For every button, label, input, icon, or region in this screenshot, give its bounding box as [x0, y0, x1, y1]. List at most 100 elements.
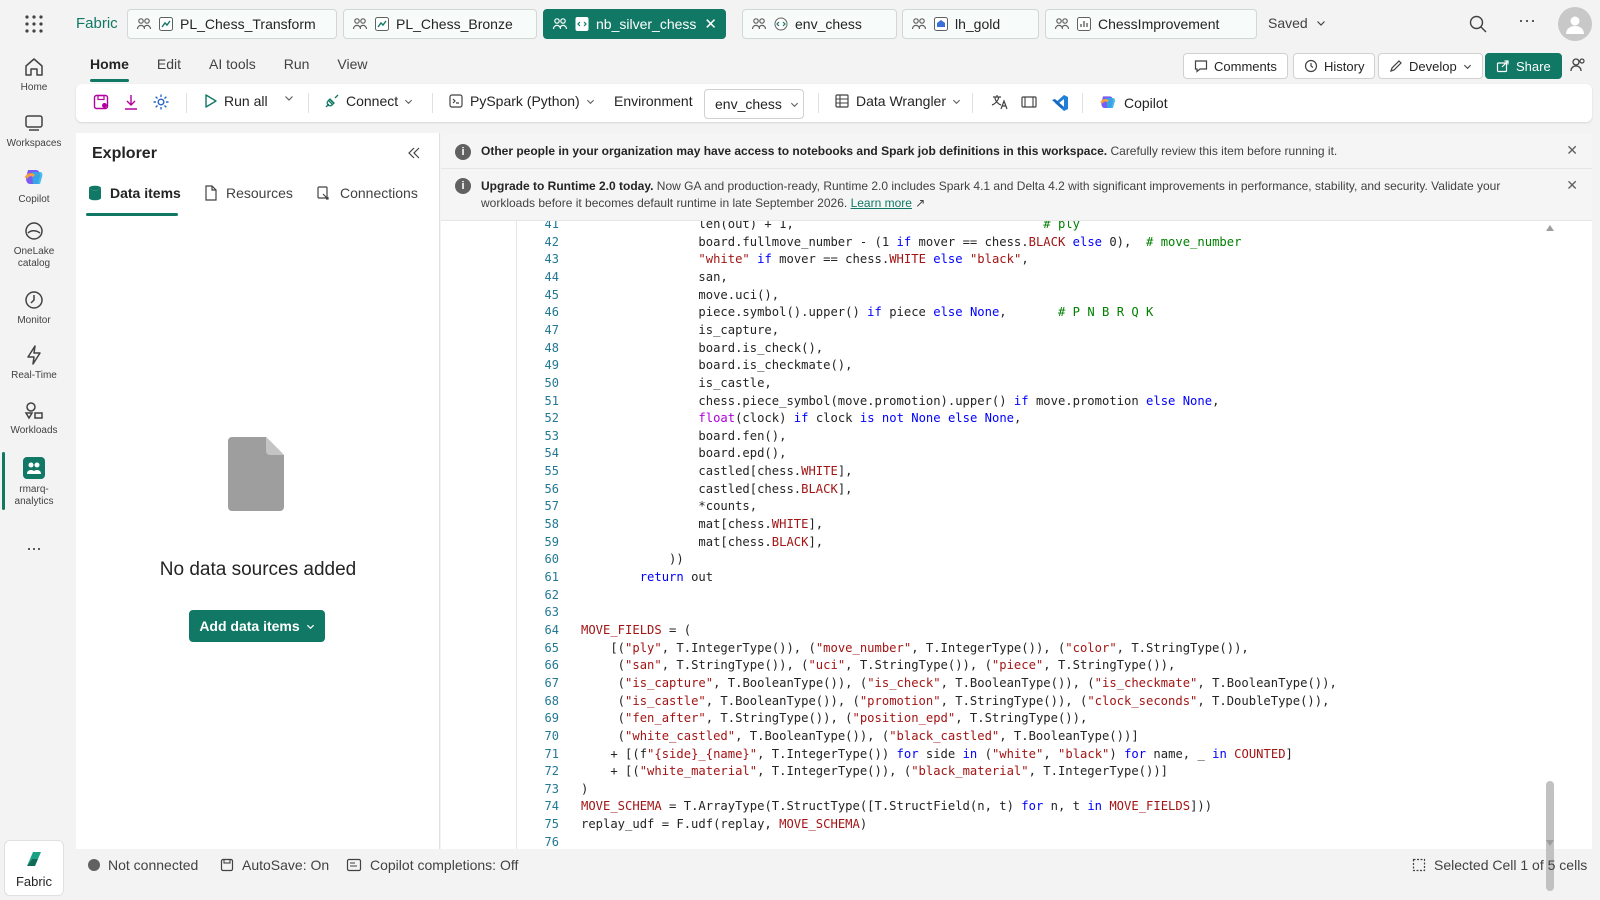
onelake-icon [23, 220, 45, 242]
tab-lh-gold[interactable]: lh_gold [902, 9, 1039, 39]
scroll-up-icon[interactable] [1546, 225, 1554, 231]
vscode-button[interactable] [1050, 93, 1070, 113]
more-options-icon[interactable]: ··· [1518, 10, 1536, 31]
workspaces-icon [23, 112, 45, 134]
copilot-icon [22, 166, 46, 190]
file-icon [204, 185, 218, 201]
fabric-home-button[interactable]: Fabric [4, 840, 64, 896]
code-line: [("ply", T.IntegerType()), ("move_number… [581, 640, 1249, 655]
rail-item-workloads[interactable]: Workloads [0, 399, 68, 437]
comments-button[interactable]: Comments [1183, 53, 1288, 79]
tab-label: lh_gold [955, 16, 1001, 32]
tab-pl-chess-transform[interactable]: PL_Chess_Transform [127, 9, 337, 39]
history-button[interactable]: History [1293, 53, 1376, 79]
avatar[interactable] [1558, 7, 1592, 41]
save-button[interactable] [92, 93, 110, 111]
run-all-dropdown[interactable] [284, 93, 294, 103]
code-line: ("fen_after", T.StringType()), ("positio… [581, 711, 1088, 726]
save-status-dropdown[interactable]: Saved [1268, 15, 1326, 31]
ribbon-tabs: Home Edit AI tools Run View [76, 50, 382, 82]
app-launcher-icon[interactable] [24, 14, 44, 34]
autosave-status[interactable]: AutoSave: On [220, 857, 329, 873]
workspace-icon [136, 16, 152, 32]
line-number: 69 [544, 711, 559, 726]
tab-chess-improvement[interactable]: ChessImprovement [1045, 9, 1257, 39]
scroll-down-icon[interactable] [1546, 840, 1554, 846]
status-dot-icon [88, 859, 100, 871]
pencil-icon [1389, 59, 1403, 73]
environment-select[interactable]: env_chess [704, 89, 804, 119]
copilot-completions-status[interactable]: Copilot completions: Off [346, 857, 518, 873]
pipeline-icon [374, 16, 390, 32]
code-line: mat[chess.WHITE], [581, 517, 824, 532]
code-cell[interactable]: 41 len(out) + 1, # ply 42 board.fullmove_… [441, 221, 1592, 849]
cell-gutter [441, 221, 517, 849]
data-wrangler-dropdown[interactable]: Data Wrangler [834, 93, 961, 109]
connection-status[interactable]: Not connected [88, 857, 198, 873]
realtime-icon [23, 344, 45, 366]
chevron-down-icon [790, 100, 799, 109]
share-button[interactable]: Share [1485, 53, 1562, 79]
learn-more-link[interactable]: Learn more [851, 196, 912, 210]
close-tab-icon[interactable]: ✕ [704, 15, 717, 33]
empty-document-icon [226, 435, 288, 513]
add-data-items-button[interactable]: Add data items [189, 610, 325, 642]
rail-more-icon[interactable]: ... [0, 534, 68, 555]
rail-item-workspaces[interactable]: Workspaces [0, 112, 68, 150]
code-line: replay_udf = F.udf(replay, MOVE_SCHEMA) [581, 817, 868, 832]
translate-button[interactable] [990, 93, 1008, 111]
chevron-down-icon [306, 622, 315, 631]
line-number: 47 [544, 322, 559, 337]
collapse-panel-icon[interactable] [406, 145, 422, 161]
language-dropdown[interactable]: PySpark (Python) [448, 93, 595, 109]
code-line: ("is_castle", T.BooleanType()), ("promot… [581, 693, 1330, 708]
line-number: 52 [544, 411, 559, 426]
connect-dropdown[interactable]: Connect [324, 93, 413, 109]
tab-resources[interactable]: Resources [204, 185, 293, 201]
tab-ai-tools[interactable]: AI tools [195, 50, 270, 80]
autosave-text: AutoSave: On [242, 857, 330, 873]
develop-dropdown[interactable]: Develop [1378, 53, 1483, 79]
toolbar-divider [432, 93, 433, 113]
monitor-icon [23, 289, 45, 311]
code-line: + [("white_material", T.IntegerType()), … [581, 764, 1169, 779]
rail-item-copilot[interactable]: Copilot [0, 166, 68, 206]
download-icon [122, 93, 140, 111]
code-line: piece.symbol().upper() if piece else Non… [581, 305, 1154, 320]
selection-text: Selected Cell 1 of 5 cells [1434, 857, 1588, 873]
code-line: castled[chess.BLACK], [581, 481, 853, 496]
copilot-button[interactable]: Copilot [1098, 93, 1168, 113]
rail-item-monitor[interactable]: Monitor [0, 289, 68, 327]
rail-item-home[interactable]: Home [0, 56, 68, 94]
line-number: 61 [544, 570, 559, 584]
develop-label: Develop [1409, 58, 1457, 74]
save-status-label: Saved [1268, 15, 1308, 31]
search-icon[interactable] [1468, 14, 1488, 34]
code-line: board.is_check(), [581, 340, 824, 355]
settings-button[interactable] [152, 93, 170, 111]
rail-item-rmarq-analytics[interactable]: rmarq-analytics [0, 456, 68, 508]
environment-value: env_chess [715, 96, 782, 112]
download-button[interactable] [122, 93, 140, 111]
tab-label: nb_silver_chess [596, 16, 697, 32]
tab-run[interactable]: Run [270, 50, 324, 80]
rail-item-realtime[interactable]: Real-Time [0, 344, 68, 382]
tab-pl-chess-bronze[interactable]: PL_Chess_Bronze [343, 9, 537, 39]
run-all-button[interactable]: Run all [202, 93, 268, 109]
tab-data-items[interactable]: Data items [88, 185, 181, 201]
line-number: 56 [544, 481, 559, 496]
tab-env-chess[interactable]: env_chess [742, 9, 897, 39]
fullscreen-button[interactable] [1020, 93, 1038, 111]
close-icon[interactable]: ✕ [1566, 142, 1578, 159]
tab-nb-silver-chess[interactable]: nb_silver_chess ✕ [543, 9, 726, 39]
people-icon[interactable] [1568, 55, 1588, 75]
tab-connections[interactable]: Connections [316, 185, 418, 201]
tab-view[interactable]: View [323, 50, 381, 80]
close-icon[interactable]: ✕ [1566, 177, 1578, 194]
tab-label: Resources [226, 185, 293, 201]
tab-edit[interactable]: Edit [143, 50, 195, 80]
home-icon [23, 56, 45, 78]
rail-item-onelake[interactable]: OneLake catalog [0, 220, 68, 270]
rail-item-label: Workspaces [6, 138, 62, 149]
tab-home[interactable]: Home [76, 50, 143, 82]
